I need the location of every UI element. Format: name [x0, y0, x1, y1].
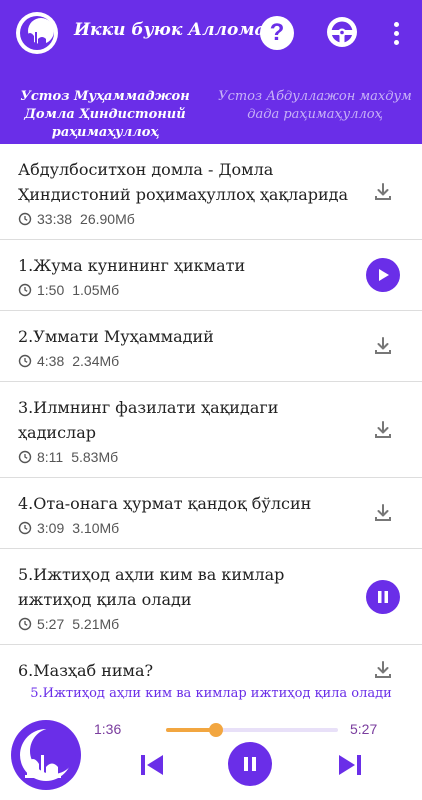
track-item[interactable]: 2.Уммати Муҳаммадий 4:38 2.34Мб [0, 311, 422, 382]
track-title: 1.Жума кунининг ҳикмати [18, 256, 246, 275]
track-item[interactable]: Абдулбоситхон домла - Домла Ҳиндистоний … [0, 144, 422, 240]
download-icon [375, 182, 391, 200]
mosque-logo-icon [20, 728, 76, 781]
track-duration: 33:38 [37, 211, 73, 227]
track-list: Абдулбоситхон домла - Домла Ҳиндистоний … [0, 144, 422, 678]
previous-button[interactable] [138, 752, 166, 778]
download-icon [375, 504, 391, 521]
track-duration: 8:11 [37, 449, 64, 465]
download-icon [375, 337, 391, 354]
track-duration: 5:27 [37, 616, 65, 632]
clock-icon [18, 521, 32, 535]
clock-icon [18, 617, 32, 631]
dot-icon [393, 39, 399, 45]
now-playing-title: 5.Ижтиҳод аҳли ким ва кимлар ижтиҳод қил… [30, 686, 392, 701]
pause-icon [378, 590, 388, 603]
track-item[interactable]: 4.Ота-онага ҳурмат қандоқ бўлсин 3:09 3.10… [0, 478, 422, 549]
track-size: 26.90Мб [80, 211, 135, 227]
play-icon [379, 269, 389, 281]
track-meta: 8:11 5.83Мб [18, 449, 352, 465]
clock-icon [18, 354, 32, 368]
play-button[interactable] [366, 258, 400, 292]
track-duration: 4:38 [37, 353, 65, 369]
track-title: 2.Уммати Муҳаммадий [18, 327, 214, 346]
dot-icon [393, 21, 399, 27]
download-button[interactable] [366, 653, 400, 678]
pause-icon [244, 757, 256, 771]
tab-muhammadjon-domla[interactable]: Устоз Муҳаммаджон Домла Ҳиндистоний раҳи… [5, 88, 205, 142]
pause-button[interactable] [228, 742, 272, 786]
track-size: 3.10Мб [72, 520, 120, 536]
clock-icon [18, 212, 32, 226]
steering-wheel-icon [327, 17, 357, 47]
total-time: 5:27 [350, 721, 378, 737]
skip-next-icon [339, 755, 361, 775]
track-title: 4.Ота-онага ҳурмат қандоқ бўлсин [18, 494, 312, 513]
download-button[interactable] [366, 329, 400, 363]
track-title: 3.Илмнинг фазилати ҳақидаги ҳадислар [18, 398, 279, 442]
track-title: 6.Мазҳаб нима? [18, 661, 154, 678]
track-meta: 3:09 3.10Мб [18, 520, 352, 536]
app-title: Икки буюк Аллома [74, 20, 266, 40]
steering-wheel-button[interactable] [324, 14, 360, 50]
track-item[interactable]: 5.Ижтиҳод аҳли ким ва кимлар ижтиҳод қил… [0, 549, 422, 645]
track-duration: 1:50 [37, 282, 65, 298]
download-icon [375, 661, 391, 678]
pause-button[interactable] [366, 579, 400, 614]
clock-icon [18, 450, 32, 464]
track-title: 5.Ижтиҳод аҳли ким ва кимлар ижтиҳод қил… [18, 565, 285, 609]
track-size: 5.83Мб [71, 449, 119, 465]
tab-abdullajon-mahdum[interactable]: Устоз Абдуллажон махдум дада раҳимаҳулло… [215, 88, 415, 124]
audio-player: 1:36 5:27 [0, 704, 422, 800]
scholar-tabs: Устоз Муҳаммаджон Домла Ҳиндистоний раҳи… [0, 66, 422, 144]
app-bar: Икки буюк Аллома ? [0, 0, 422, 66]
track-item[interactable]: 6.Мазҳаб нима? [0, 645, 422, 678]
player-artwork [11, 720, 81, 790]
mosque-logo-icon [20, 16, 54, 50]
track-size: 2.34Мб [72, 353, 120, 369]
track-meta: 33:38 26.90Мб [18, 211, 352, 227]
seek-thumb[interactable] [208, 723, 223, 737]
help-button[interactable]: ? [260, 16, 294, 50]
next-button[interactable] [336, 752, 364, 778]
current-time: 1:36 [94, 721, 122, 737]
download-button[interactable] [366, 175, 400, 209]
app-logo [16, 12, 58, 54]
track-item[interactable]: 3.Илмнинг фазилати ҳақидаги ҳадислар 8:11… [0, 382, 422, 478]
track-duration: 3:09 [37, 520, 65, 536]
dot-icon [393, 30, 399, 36]
track-meta: 4:38 2.34Мб [18, 353, 352, 369]
more-menu-button[interactable] [386, 16, 406, 50]
download-button[interactable] [366, 496, 400, 530]
seek-bar[interactable] [166, 723, 338, 737]
download-icon [375, 420, 391, 438]
track-size: 5.21Мб [72, 616, 120, 632]
download-button[interactable] [366, 413, 400, 447]
track-item[interactable]: 1.Жума кунининг ҳикмати 1:50 1.05Мб [0, 240, 422, 311]
track-meta: 5:27 5.21Мб [18, 616, 352, 632]
clock-icon [18, 283, 32, 297]
track-size: 1.05Мб [72, 282, 120, 298]
skip-previous-icon [141, 755, 163, 775]
track-title: Абдулбоситхон домла - Домла Ҳиндистоний … [18, 160, 349, 204]
track-meta: 1:50 1.05Мб [18, 282, 352, 298]
